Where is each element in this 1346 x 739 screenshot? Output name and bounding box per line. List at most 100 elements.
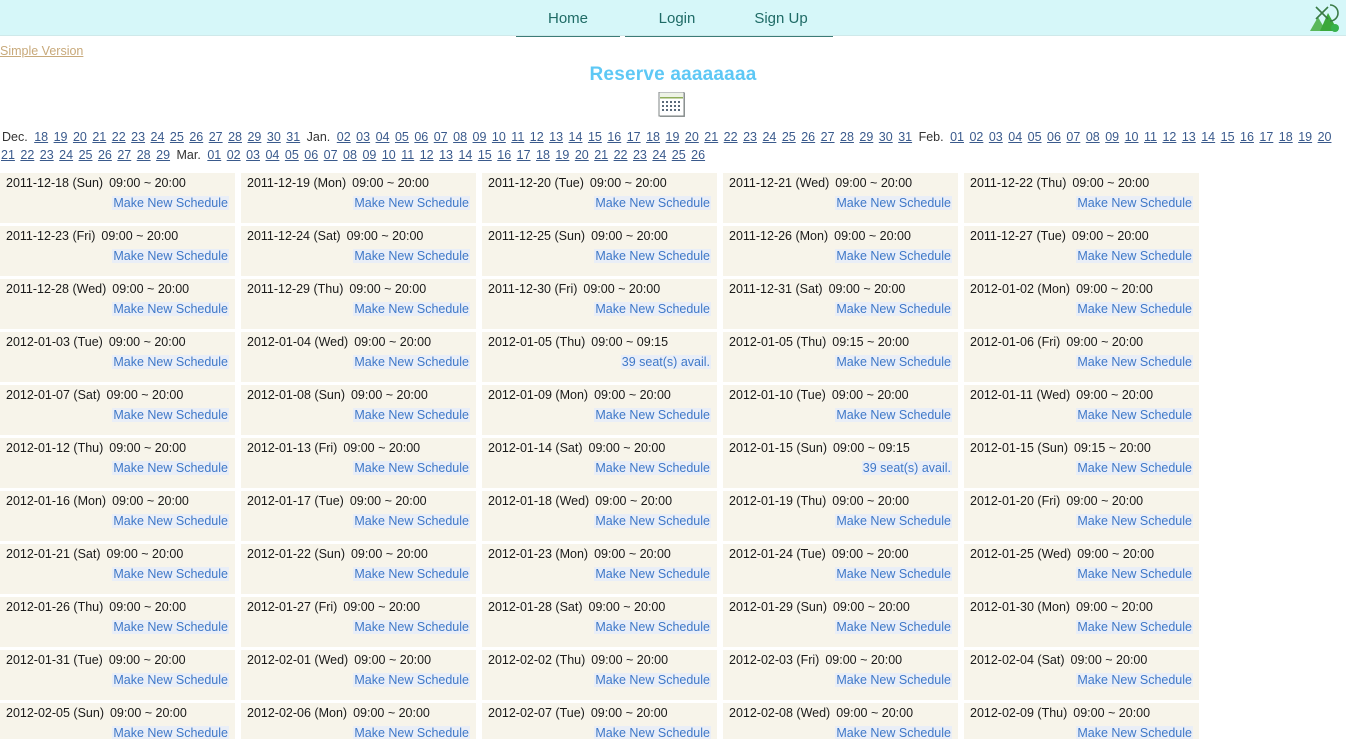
make-new-schedule-link[interactable]: Make New Schedule: [835, 620, 952, 634]
date-link[interactable]: 05: [395, 130, 409, 144]
date-link[interactable]: 27: [117, 148, 131, 162]
date-link[interactable]: 04: [265, 148, 279, 162]
make-new-schedule-link[interactable]: Make New Schedule: [835, 726, 952, 739]
make-new-schedule-link[interactable]: Make New Schedule: [835, 673, 952, 687]
date-link[interactable]: 16: [497, 148, 511, 162]
date-link[interactable]: 18: [1279, 130, 1293, 144]
date-link[interactable]: 17: [517, 148, 531, 162]
date-link[interactable]: 01: [207, 148, 221, 162]
make-new-schedule-link[interactable]: Make New Schedule: [1076, 461, 1193, 475]
make-new-schedule-link[interactable]: Make New Schedule: [835, 567, 952, 581]
date-link[interactable]: 27: [821, 130, 835, 144]
make-new-schedule-link[interactable]: Make New Schedule: [835, 514, 952, 528]
date-link[interactable]: 13: [549, 130, 563, 144]
date-link[interactable]: 22: [724, 130, 738, 144]
date-link[interactable]: 29: [859, 130, 873, 144]
make-new-schedule-link[interactable]: Make New Schedule: [1076, 302, 1193, 316]
date-link[interactable]: 20: [575, 148, 589, 162]
make-new-schedule-link[interactable]: Make New Schedule: [594, 673, 711, 687]
date-link[interactable]: 22: [614, 148, 628, 162]
date-link[interactable]: 04: [376, 130, 390, 144]
make-new-schedule-link[interactable]: Make New Schedule: [112, 302, 229, 316]
make-new-schedule-link[interactable]: Make New Schedule: [1076, 196, 1193, 210]
date-link[interactable]: 07: [324, 148, 338, 162]
date-link[interactable]: 10: [382, 148, 396, 162]
date-link[interactable]: 23: [40, 148, 54, 162]
date-link[interactable]: 14: [569, 130, 583, 144]
make-new-schedule-link[interactable]: Make New Schedule: [112, 673, 229, 687]
date-link[interactable]: 29: [247, 130, 261, 144]
date-link[interactable]: 25: [672, 148, 686, 162]
date-link[interactable]: 30: [267, 130, 281, 144]
seats-available-link[interactable]: 39 seat(s) avail.: [861, 461, 952, 475]
make-new-schedule-link[interactable]: Make New Schedule: [112, 355, 229, 369]
make-new-schedule-link[interactable]: Make New Schedule: [353, 355, 470, 369]
make-new-schedule-link[interactable]: Make New Schedule: [594, 514, 711, 528]
date-link[interactable]: 18: [536, 148, 550, 162]
date-link[interactable]: 14: [458, 148, 472, 162]
date-link[interactable]: 23: [131, 130, 145, 144]
date-link[interactable]: 24: [762, 130, 776, 144]
date-link[interactable]: 24: [151, 130, 165, 144]
make-new-schedule-link[interactable]: Make New Schedule: [1076, 726, 1193, 739]
date-link[interactable]: 12: [420, 148, 434, 162]
date-link[interactable]: 28: [137, 148, 151, 162]
date-link[interactable]: 14: [1201, 130, 1215, 144]
date-link[interactable]: 25: [79, 148, 93, 162]
date-link[interactable]: 21: [1, 148, 15, 162]
date-link[interactable]: 02: [337, 130, 351, 144]
date-link[interactable]: 15: [1221, 130, 1235, 144]
make-new-schedule-link[interactable]: Make New Schedule: [1076, 408, 1193, 422]
date-link[interactable]: 03: [356, 130, 370, 144]
date-link[interactable]: 10: [1125, 130, 1139, 144]
date-link[interactable]: 18: [34, 130, 48, 144]
date-link[interactable]: 25: [170, 130, 184, 144]
date-link[interactable]: 05: [285, 148, 299, 162]
make-new-schedule-link[interactable]: Make New Schedule: [112, 461, 229, 475]
make-new-schedule-link[interactable]: Make New Schedule: [1076, 567, 1193, 581]
nav-link-login[interactable]: Login: [625, 0, 729, 36]
make-new-schedule-link[interactable]: Make New Schedule: [353, 514, 470, 528]
date-link[interactable]: 21: [92, 130, 106, 144]
date-link[interactable]: 06: [1047, 130, 1061, 144]
date-link[interactable]: 27: [209, 130, 223, 144]
nav-link-home[interactable]: Home: [516, 0, 620, 36]
make-new-schedule-link[interactable]: Make New Schedule: [112, 726, 229, 739]
date-link[interactable]: 26: [691, 148, 705, 162]
make-new-schedule-link[interactable]: Make New Schedule: [594, 249, 711, 263]
date-link[interactable]: 08: [343, 148, 357, 162]
date-link[interactable]: 22: [112, 130, 126, 144]
broken-image-logo-icon[interactable]: [1308, 1, 1342, 35]
date-link[interactable]: 06: [414, 130, 428, 144]
date-link[interactable]: 07: [434, 130, 448, 144]
simple-version-link[interactable]: Simple Version: [0, 44, 83, 58]
date-link[interactable]: 19: [1298, 130, 1312, 144]
nav-link-signup[interactable]: Sign Up: [729, 0, 833, 36]
date-link[interactable]: 13: [1182, 130, 1196, 144]
date-link[interactable]: 01: [950, 130, 964, 144]
make-new-schedule-link[interactable]: Make New Schedule: [835, 302, 952, 316]
date-link[interactable]: 03: [246, 148, 260, 162]
date-link[interactable]: 28: [840, 130, 854, 144]
date-link[interactable]: 11: [1144, 130, 1157, 144]
date-link[interactable]: 19: [555, 148, 569, 162]
date-link[interactable]: 28: [228, 130, 242, 144]
date-link[interactable]: 24: [652, 148, 666, 162]
make-new-schedule-link[interactable]: Make New Schedule: [353, 302, 470, 316]
date-link[interactable]: 02: [227, 148, 241, 162]
date-link[interactable]: 19: [666, 130, 680, 144]
date-link[interactable]: 23: [743, 130, 757, 144]
date-link[interactable]: 18: [646, 130, 660, 144]
make-new-schedule-link[interactable]: Make New Schedule: [112, 196, 229, 210]
make-new-schedule-link[interactable]: Make New Schedule: [353, 249, 470, 263]
date-link[interactable]: 15: [478, 148, 492, 162]
date-link[interactable]: 08: [1086, 130, 1100, 144]
make-new-schedule-link[interactable]: Make New Schedule: [353, 673, 470, 687]
make-new-schedule-link[interactable]: Make New Schedule: [353, 726, 470, 739]
date-link[interactable]: 07: [1066, 130, 1080, 144]
make-new-schedule-link[interactable]: Make New Schedule: [594, 726, 711, 739]
date-link[interactable]: 29: [156, 148, 170, 162]
date-link[interactable]: 26: [801, 130, 815, 144]
date-link[interactable]: 11: [401, 148, 414, 162]
date-link[interactable]: 31: [286, 130, 300, 144]
